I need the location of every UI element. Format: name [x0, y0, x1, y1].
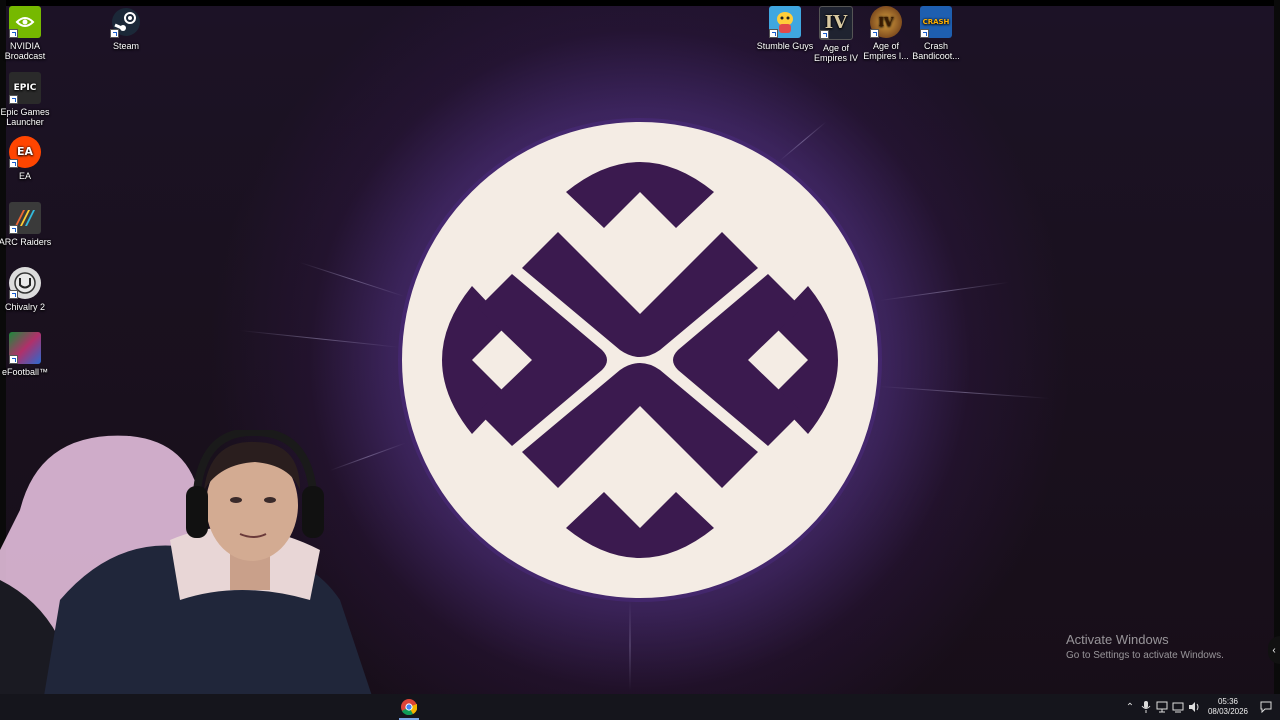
- shortcut-arrow-icon: [820, 30, 829, 39]
- network-icon[interactable]: [1154, 699, 1170, 715]
- light-streak: [629, 600, 631, 691]
- activate-windows-subtitle: Go to Settings to activate Windows.: [1066, 650, 1224, 661]
- desktop-icon-chivalry-2[interactable]: Chivalry 2: [0, 267, 55, 312]
- light-streak: [299, 262, 405, 297]
- light-streak: [879, 386, 1050, 399]
- notification-icon[interactable]: [1258, 699, 1274, 715]
- taskbar-chrome-button[interactable]: [396, 694, 422, 720]
- shortcut-arrow-icon: [110, 29, 119, 38]
- wifi-icon[interactable]: [1170, 699, 1186, 715]
- icon-glyph: IV: [878, 15, 894, 29]
- desktop-icon-efootball[interactable]: eFootball™: [0, 332, 55, 377]
- clock-date: 08/03/2026: [1207, 707, 1248, 716]
- desktop-icon-crash-bandicoot[interactable]: CRASH Crash Bandicoot...: [906, 6, 966, 61]
- chevron-up-icon[interactable]: ⌃: [1122, 699, 1138, 715]
- microphone-icon[interactable]: [1138, 699, 1154, 715]
- desktop-icon-ea[interactable]: EA EA: [0, 136, 55, 181]
- desktop-icon-label: ARC Raiders: [0, 237, 52, 247]
- efootball-icon: [9, 332, 41, 364]
- shortcut-arrow-icon: [9, 95, 18, 104]
- age-of-empires-iv-icon: IV: [819, 6, 853, 40]
- right-border: [1274, 0, 1280, 720]
- webcam-overlay: [0, 430, 390, 720]
- system-tray: ⌃ 05:36 08/03/2026: [1122, 694, 1280, 720]
- chrome-icon: [401, 699, 417, 715]
- shortcut-arrow-icon: [9, 355, 18, 364]
- desktop-icon-label: Crash Bandicoot...: [912, 41, 960, 61]
- desktop-icon-epic-games[interactable]: EPIC Epic Games Launcher: [0, 72, 55, 127]
- webcam-feed: [0, 430, 380, 720]
- stumble-guys-icon: [769, 6, 801, 38]
- steam-icon: [110, 6, 142, 38]
- desktop-icon-label: Epic Games Launcher: [0, 107, 50, 127]
- desktop-icon-label: Steam: [112, 41, 139, 51]
- side-panel-handle[interactable]: ‹: [1268, 636, 1280, 664]
- light-streak: [239, 330, 400, 348]
- shortcut-arrow-icon: [870, 29, 879, 38]
- logo-emblem: [398, 118, 882, 602]
- shortcut-arrow-icon: [769, 29, 778, 38]
- chevron-left-icon: ‹: [1272, 644, 1276, 656]
- icon-glyph: EA: [16, 145, 34, 158]
- age-of-empires-icon: IV: [870, 6, 902, 38]
- desktop-icon-label: Chivalry 2: [4, 302, 45, 312]
- icon-glyph: CRASH: [922, 18, 950, 26]
- desktop-icon-label: EA: [18, 171, 31, 181]
- shortcut-arrow-icon: [9, 29, 18, 38]
- taskbar: ⌃ 05:36 08/03/2026: [0, 694, 1280, 720]
- activate-windows-watermark: Activate Windows Go to Settings to activ…: [1066, 632, 1224, 661]
- shortcut-arrow-icon: [9, 225, 18, 234]
- ea-icon: EA: [9, 136, 41, 168]
- wallpaper-logo: [398, 118, 882, 602]
- desktop-icon-steam[interactable]: Steam: [96, 6, 156, 51]
- activate-windows-title: Activate Windows: [1066, 632, 1169, 647]
- clock-time: 05:36: [1217, 697, 1238, 706]
- shortcut-arrow-icon: [9, 159, 18, 168]
- icon-glyph: EPIC: [13, 83, 37, 93]
- desktop-icon-label: eFootball™: [1, 367, 49, 377]
- light-streak: [879, 281, 1009, 301]
- chivalry-icon: [9, 267, 41, 299]
- shortcut-arrow-icon: [9, 290, 18, 299]
- desktop: NVIDIA Broadcast EPIC Epic Games Launche…: [0, 0, 1280, 720]
- top-border: [0, 0, 1280, 6]
- crash-bandicoot-icon: CRASH: [920, 6, 952, 38]
- shortcut-arrow-icon: [920, 29, 929, 38]
- icon-glyph: IV: [824, 12, 848, 33]
- arc-raiders-icon: [9, 202, 41, 234]
- desktop-icon-nvidia-broadcast[interactable]: NVIDIA Broadcast: [0, 6, 55, 61]
- nvidia-icon: [9, 6, 41, 38]
- desktop-icon-arc-raiders[interactable]: ARC Raiders: [0, 202, 55, 247]
- volume-icon[interactable]: [1186, 699, 1202, 715]
- taskbar-clock[interactable]: 05:36 08/03/2026: [1208, 697, 1248, 717]
- epic-games-icon: EPIC: [9, 72, 41, 104]
- desktop-icon-label: NVIDIA Broadcast: [4, 41, 46, 61]
